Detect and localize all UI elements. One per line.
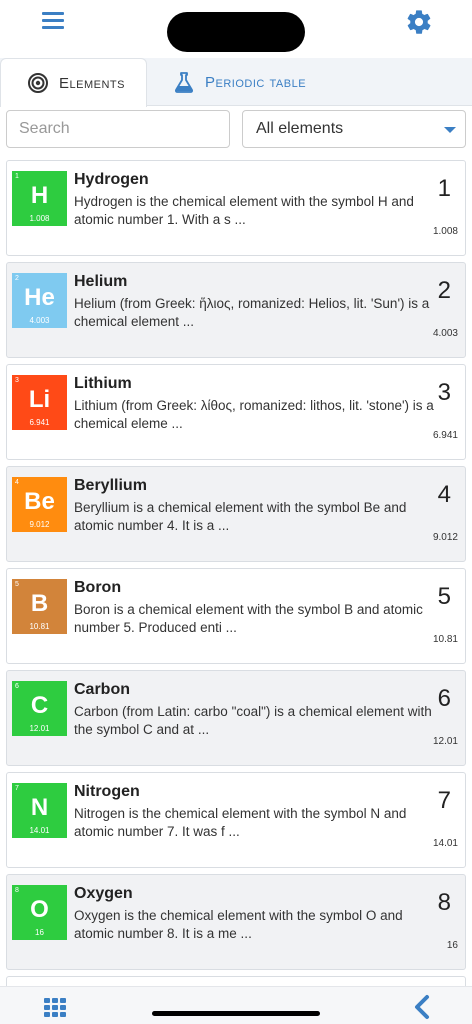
- element-description: Oxygen is the chemical element with the …: [74, 908, 403, 941]
- element-card[interactable]: 4 Be 9.012 Beryllium Beryllium is a chemical…: [6, 466, 466, 562]
- element-atomic-number: 8: [437, 889, 451, 916]
- camera-notch: [167, 12, 305, 52]
- tab-elements[interactable]: Elements: [0, 58, 147, 107]
- bottom-bar: [0, 986, 472, 1024]
- target-icon: [28, 73, 48, 93]
- element-atomic-number: 4: [437, 481, 451, 508]
- element-atomic-mass: 10.81: [432, 634, 458, 645]
- caret-down-icon: [444, 127, 456, 133]
- tile-atomic-number: 2: [15, 275, 19, 282]
- element-list[interactable]: 1 H 1.008 Hydrogen Hydrogen is the chemical …: [6, 160, 466, 986]
- chevron-left-icon[interactable]: [410, 993, 434, 1021]
- home-indicator[interactable]: [152, 1011, 320, 1016]
- tile-atomic-number: 8: [15, 887, 19, 894]
- tile-symbol: He: [24, 284, 55, 311]
- tile-atomic-number: 7: [15, 785, 19, 792]
- element-filter-value: All elements: [256, 120, 344, 137]
- element-atomic-number: 2: [437, 277, 451, 304]
- tab-elements-label: Elements: [59, 74, 125, 92]
- element-description: Boron is a chemical element with the sym…: [74, 602, 423, 635]
- element-description: Hydrogen is the chemical element with th…: [74, 194, 414, 227]
- tile-symbol: N: [30, 794, 49, 821]
- element-card[interactable]: 6 C 12.01 Carbon Carbon (from Latin: carbo "…: [6, 670, 466, 766]
- element-name: Nitrogen: [74, 783, 140, 800]
- element-atomic-number: 1: [437, 175, 451, 202]
- element-tile: 2 He 4.003: [12, 273, 67, 328]
- tile-atomic-mass: 9.012: [29, 520, 50, 529]
- element-atomic-mass: 9.012: [432, 532, 458, 543]
- element-name: Hydrogen: [74, 171, 149, 188]
- tile-atomic-mass: 14.01: [29, 826, 50, 835]
- element-description: Helium (from Greek: ἥλιος, romanized: He…: [74, 296, 430, 329]
- tile-atomic-number: 1: [15, 173, 19, 180]
- element-tile: 1 H 1.008: [12, 171, 67, 226]
- tile-atomic-number: 5: [15, 581, 19, 588]
- menu-icon[interactable]: [40, 10, 68, 34]
- element-name: Helium: [74, 273, 128, 290]
- element-tile: 4 Be 9.012: [12, 477, 67, 532]
- element-description: Lithium (from Greek: λίθος, romanized: l…: [74, 398, 434, 431]
- element-card[interactable]: 2 He 4.003 Helium Helium (from Greek: ἥλιος,…: [6, 262, 466, 358]
- element-atomic-mass: 1.008: [432, 226, 458, 237]
- element-tile: 5 B 10.81: [12, 579, 67, 634]
- element-atomic-mass: 6.941: [432, 430, 458, 441]
- flask-icon: [174, 72, 194, 93]
- element-card[interactable]: 3 Li 6.941 Lithium Lithium (from Greek: λίθο…: [6, 364, 466, 460]
- tile-atomic-mass: 12.01: [29, 724, 50, 733]
- tile-atomic-number: 3: [15, 377, 19, 384]
- element-description: Carbon (from Latin: carbo "coal") is a c…: [74, 704, 432, 737]
- tab-bar: Elements Periodic table: [0, 58, 472, 107]
- gear-icon[interactable]: [405, 8, 433, 36]
- grid-icon[interactable]: [43, 996, 69, 1018]
- element-atomic-mass: 12.01: [432, 736, 458, 747]
- tile-atomic-mass: 1.008: [29, 214, 50, 223]
- tile-symbol: O: [30, 896, 49, 923]
- tile-symbol: Be: [24, 488, 55, 515]
- tile-symbol: C: [30, 692, 49, 719]
- tile-atomic-number: 6: [15, 683, 19, 690]
- element-atomic-number: 5: [437, 583, 451, 610]
- element-atomic-number: 3: [437, 379, 451, 406]
- tile-symbol: H: [30, 182, 49, 209]
- element-card[interactable]: 8 O 16 Oxygen Oxygen is the chemical element…: [6, 874, 466, 970]
- element-filter-select[interactable]: All elements: [242, 110, 466, 148]
- element-name: Boron: [74, 579, 122, 596]
- tab-periodic-table[interactable]: Periodic table: [147, 58, 347, 106]
- tile-atomic-mass: 10.81: [29, 622, 50, 631]
- element-name: Carbon: [74, 681, 130, 698]
- element-name: Oxygen: [74, 885, 133, 902]
- element-card[interactable]: 5 B 10.81 Boron Boron is a chemical element …: [6, 568, 466, 664]
- element-atomic-mass: 14.01: [432, 838, 458, 849]
- element-description: Beryllium is a chemical element with the…: [74, 500, 407, 533]
- element-card[interactable]: 7 N 14.01 Nitrogen Nitrogen is the chemical …: [6, 772, 466, 868]
- tile-symbol: B: [30, 590, 49, 617]
- tile-symbol: Li: [28, 386, 51, 413]
- search-input[interactable]: [6, 110, 230, 148]
- element-atomic-number: 7: [437, 787, 451, 814]
- tab-periodic-table-label: Periodic table: [205, 73, 307, 91]
- top-bar: [0, 0, 472, 52]
- element-description: Nitrogen is the chemical element with th…: [74, 806, 407, 839]
- element-tile: 3 Li 6.941: [12, 375, 67, 430]
- element-card[interactable]: [6, 976, 466, 986]
- tile-atomic-mass: 6.941: [29, 418, 50, 427]
- tile-atomic-number: 4: [15, 479, 19, 486]
- tile-atomic-mass: 16: [35, 928, 44, 937]
- tile-atomic-mass: 4.003: [29, 316, 50, 325]
- element-name: Lithium: [74, 375, 132, 392]
- element-tile: 6 C 12.01: [12, 681, 67, 736]
- element-tile: 7 N 14.01: [12, 783, 67, 838]
- element-tile: 8 O 16: [12, 885, 67, 940]
- element-atomic-mass: 4.003: [432, 328, 458, 339]
- element-name: Beryllium: [74, 477, 147, 494]
- element-card[interactable]: 1 H 1.008 Hydrogen Hydrogen is the chemical …: [6, 160, 466, 256]
- element-atomic-number: 6: [437, 685, 451, 712]
- element-atomic-mass: 16: [446, 940, 458, 951]
